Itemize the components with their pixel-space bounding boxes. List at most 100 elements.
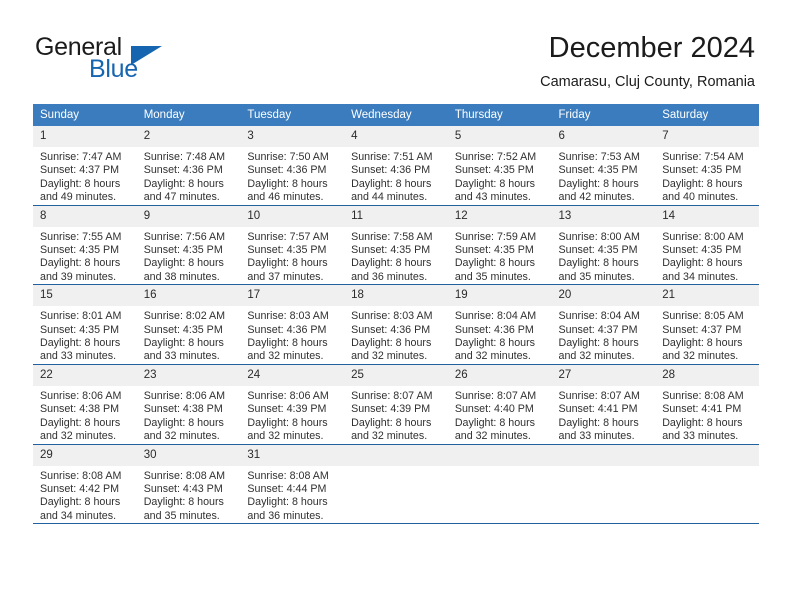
day-daylight2-text: and 33 minutes. <box>558 430 635 443</box>
calendar-day-cell-empty <box>447 443 552 524</box>
calendar-day-cell[interactable]: 7 Sunrise: 7:54 AM Sunset: 4:35 PM Daylight… <box>655 126 759 205</box>
day-sunrise-text: Sunrise: 7:48 AM <box>143 151 226 163</box>
day-daylight2-text: and 32 minutes. <box>247 350 324 363</box>
day-details: Sunrise: 8:08 AM Sunset: 4:42 PM Daylight:… <box>33 466 137 524</box>
calendar-day-cell[interactable]: 10 Sunrise: 7:57 AM Sunset: 4:35 PM Dayligh… <box>240 204 345 285</box>
calendar-page: General Blue December 2024 Camarasu, Clu… <box>0 0 792 612</box>
day-sunset-text: Sunset: 4:35 PM <box>662 244 742 257</box>
day-sunrise-text: Sunrise: 8:03 AM <box>351 310 433 323</box>
day-sunset-text: Sunset: 4:35 PM <box>143 244 223 257</box>
calendar-day-cell[interactable]: 16 Sunrise: 8:02 AM Sunset: 4:35 PM Dayligh… <box>136 284 241 365</box>
day-sunrise-text: Sunrise: 7:50 AM <box>247 151 329 163</box>
page-header: General Blue December 2024 Camarasu, Clu… <box>0 0 792 100</box>
day-sunrise-text: Sunrise: 8:07 AM <box>558 389 640 402</box>
calendar-day-cell[interactable]: 14 Sunrise: 8:00 AM Sunset: 4:35 PM Dayligh… <box>655 204 759 285</box>
location-subtitle: Camarasu, Cluj County, Romania <box>540 74 755 90</box>
day-daylight1-text: Daylight: 8 hours <box>40 496 121 509</box>
calendar-day-cell[interactable]: 11 Sunrise: 7:58 AM Sunset: 4:35 PM Dayligh… <box>344 204 448 285</box>
day-sunrise-text: Sunrise: 8:01 AM <box>40 310 122 323</box>
day-sunrise-text: Sunrise: 7:54 AM <box>662 151 744 163</box>
day-sunrise-text: Sunrise: 7:51 AM <box>351 151 433 163</box>
day-number: 11 <box>344 205 448 227</box>
day-sunset-text: Sunset: 4:37 PM <box>558 323 638 336</box>
calendar-day-cell[interactable]: 6 Sunrise: 7:53 AM Sunset: 4:35 PM Daylight… <box>551 126 656 205</box>
calendar-day-cell[interactable]: 12 Sunrise: 7:59 AM Sunset: 4:35 PM Dayligh… <box>447 204 552 285</box>
calendar-day-cell[interactable]: 5 Sunrise: 7:52 AM Sunset: 4:35 PM Daylight… <box>447 126 552 205</box>
day-daylight2-text: and 32 minutes. <box>351 350 428 363</box>
calendar-day-cell[interactable]: 4 Sunrise: 7:51 AM Sunset: 4:36 PM Daylight… <box>344 126 448 205</box>
calendar-day-cell[interactable]: 27 Sunrise: 8:07 AM Sunset: 4:41 PM Dayligh… <box>551 363 656 444</box>
day-details: Sunrise: 8:03 AM Sunset: 4:36 PM Daylight:… <box>344 306 448 364</box>
day-sunset-text: Sunset: 4:38 PM <box>143 403 223 416</box>
calendar-day-cell[interactable]: 21 Sunrise: 8:05 AM Sunset: 4:37 PM Dayligh… <box>655 284 759 365</box>
calendar-day-cell[interactable]: 3 Sunrise: 7:50 AM Sunset: 4:36 PM Daylight… <box>240 126 345 205</box>
day-sunrise-text: Sunrise: 8:06 AM <box>247 389 329 402</box>
day-number: 5 <box>447 126 552 147</box>
day-daylight2-text: and 32 minutes. <box>662 350 739 363</box>
calendar-day-cell[interactable]: 19 Sunrise: 8:04 AM Sunset: 4:36 PM Dayligh… <box>447 284 552 365</box>
day-sunset-text: Sunset: 4:35 PM <box>454 164 534 177</box>
day-daylight2-text: and 32 minutes. <box>247 430 324 443</box>
calendar-day-cell[interactable]: 25 Sunrise: 8:07 AM Sunset: 4:39 PM Dayligh… <box>344 363 448 444</box>
weekday-header-row: Sunday Monday Tuesday Wednesday Thursday… <box>33 104 759 126</box>
day-number: 10 <box>240 205 345 227</box>
calendar-day-cell[interactable]: 30 Sunrise: 8:08 AM Sunset: 4:43 PM Dayligh… <box>136 443 241 524</box>
day-number: 3 <box>240 126 345 147</box>
calendar-day-cell[interactable]: 8 Sunrise: 7:55 AM Sunset: 4:35 PM Daylight… <box>33 204 137 285</box>
calendar-week-row: 22 Sunrise: 8:06 AM Sunset: 4:38 PM Dayligh… <box>33 363 759 444</box>
calendar-day-cell[interactable]: 28 Sunrise: 8:08 AM Sunset: 4:41 PM Dayligh… <box>655 363 759 444</box>
calendar-day-cell[interactable]: 22 Sunrise: 8:06 AM Sunset: 4:38 PM Dayligh… <box>33 363 137 444</box>
day-number: 19 <box>447 285 552 307</box>
day-details: Sunrise: 8:07 AM Sunset: 4:40 PM Daylight:… <box>448 386 552 444</box>
day-sunrise-text: Sunrise: 7:57 AM <box>247 230 329 243</box>
day-sunset-text: Sunset: 4:35 PM <box>662 164 742 177</box>
calendar-day-cell[interactable]: 13 Sunrise: 8:00 AM Sunset: 4:35 PM Dayligh… <box>551 204 656 285</box>
day-sunset-text: Sunset: 4:43 PM <box>143 482 223 495</box>
calendar-day-cell[interactable]: 26 Sunrise: 8:07 AM Sunset: 4:40 PM Dayligh… <box>447 363 552 444</box>
day-daylight1-text: Daylight: 8 hours <box>351 177 432 190</box>
day-sunset-text: Sunset: 4:38 PM <box>40 403 120 416</box>
day-details: Sunrise: 8:04 AM Sunset: 4:37 PM Daylight:… <box>552 306 656 364</box>
day-details: Sunrise: 8:06 AM Sunset: 4:39 PM Daylight:… <box>240 386 344 444</box>
calendar-day-cell[interactable]: 2 Sunrise: 7:48 AM Sunset: 4:36 PM Daylight… <box>136 126 241 205</box>
calendar-day-cell[interactable]: 31 Sunrise: 8:08 AM Sunset: 4:44 PM Dayligh… <box>240 443 345 524</box>
day-daylight1-text: Daylight: 8 hours <box>351 416 432 429</box>
day-number: 27 <box>551 364 656 386</box>
day-daylight1-text: Daylight: 8 hours <box>143 177 224 190</box>
day-daylight1-text: Daylight: 8 hours <box>558 416 639 429</box>
day-details: Sunrise: 7:56 AM Sunset: 4:35 PM Daylight:… <box>137 227 241 285</box>
day-sunset-text: Sunset: 4:44 PM <box>247 482 327 495</box>
calendar-day-cell[interactable]: 23 Sunrise: 8:06 AM Sunset: 4:38 PM Dayligh… <box>136 363 241 444</box>
calendar-day-cell[interactable]: 18 Sunrise: 8:03 AM Sunset: 4:36 PM Dayligh… <box>344 284 448 365</box>
calendar-day-cell[interactable]: 9 Sunrise: 7:56 AM Sunset: 4:35 PM Daylight… <box>136 204 241 285</box>
day-daylight1-text: Daylight: 8 hours <box>454 257 536 270</box>
weekday-header-friday: Friday <box>551 104 656 126</box>
calendar-day-cell[interactable]: 29 Sunrise: 8:08 AM Sunset: 4:42 PM Dayligh… <box>33 443 137 524</box>
calendar-day-cell[interactable]: 20 Sunrise: 8:04 AM Sunset: 4:37 PM Dayligh… <box>551 284 656 365</box>
day-daylight1-text: Daylight: 8 hours <box>558 257 639 270</box>
day-sunset-text: Sunset: 4:36 PM <box>247 164 327 177</box>
day-daylight1-text: Daylight: 8 hours <box>662 337 743 350</box>
day-number: 15 <box>33 285 137 307</box>
calendar-day-cell[interactable]: 24 Sunrise: 8:06 AM Sunset: 4:39 PM Dayligh… <box>240 363 345 444</box>
day-number: 17 <box>240 285 345 307</box>
weekday-header-tuesday: Tuesday <box>240 104 345 126</box>
day-daylight2-text: and 39 minutes. <box>40 270 117 283</box>
calendar-day-cell[interactable]: 1 Sunrise: 7:47 AM Sunset: 4:37 PM Daylight… <box>33 126 137 205</box>
calendar-day-cell[interactable]: 17 Sunrise: 8:03 AM Sunset: 4:36 PM Dayligh… <box>240 284 345 365</box>
day-number: 23 <box>136 364 241 386</box>
day-sunset-text: Sunset: 4:35 PM <box>247 244 327 257</box>
day-sunset-text: Sunset: 4:36 PM <box>454 323 534 336</box>
day-sunset-text: Sunset: 4:36 PM <box>351 323 431 336</box>
day-details: Sunrise: 7:53 AM Sunset: 4:35 PM Daylight:… <box>552 147 656 205</box>
calendar-day-cell[interactable]: 15 Sunrise: 8:01 AM Sunset: 4:35 PM Dayligh… <box>33 284 137 365</box>
day-daylight1-text: Daylight: 8 hours <box>558 177 639 190</box>
day-daylight2-text: and 32 minutes. <box>143 430 220 443</box>
day-sunrise-text: Sunrise: 8:06 AM <box>143 389 226 402</box>
day-daylight2-text: and 33 minutes. <box>40 350 117 363</box>
day-number <box>655 444 759 466</box>
day-sunrise-text: Sunrise: 8:08 AM <box>143 469 226 482</box>
day-details: Sunrise: 7:54 AM Sunset: 4:35 PM Daylight:… <box>655 147 759 205</box>
day-daylight1-text: Daylight: 8 hours <box>40 177 121 190</box>
day-daylight1-text: Daylight: 8 hours <box>247 416 328 429</box>
